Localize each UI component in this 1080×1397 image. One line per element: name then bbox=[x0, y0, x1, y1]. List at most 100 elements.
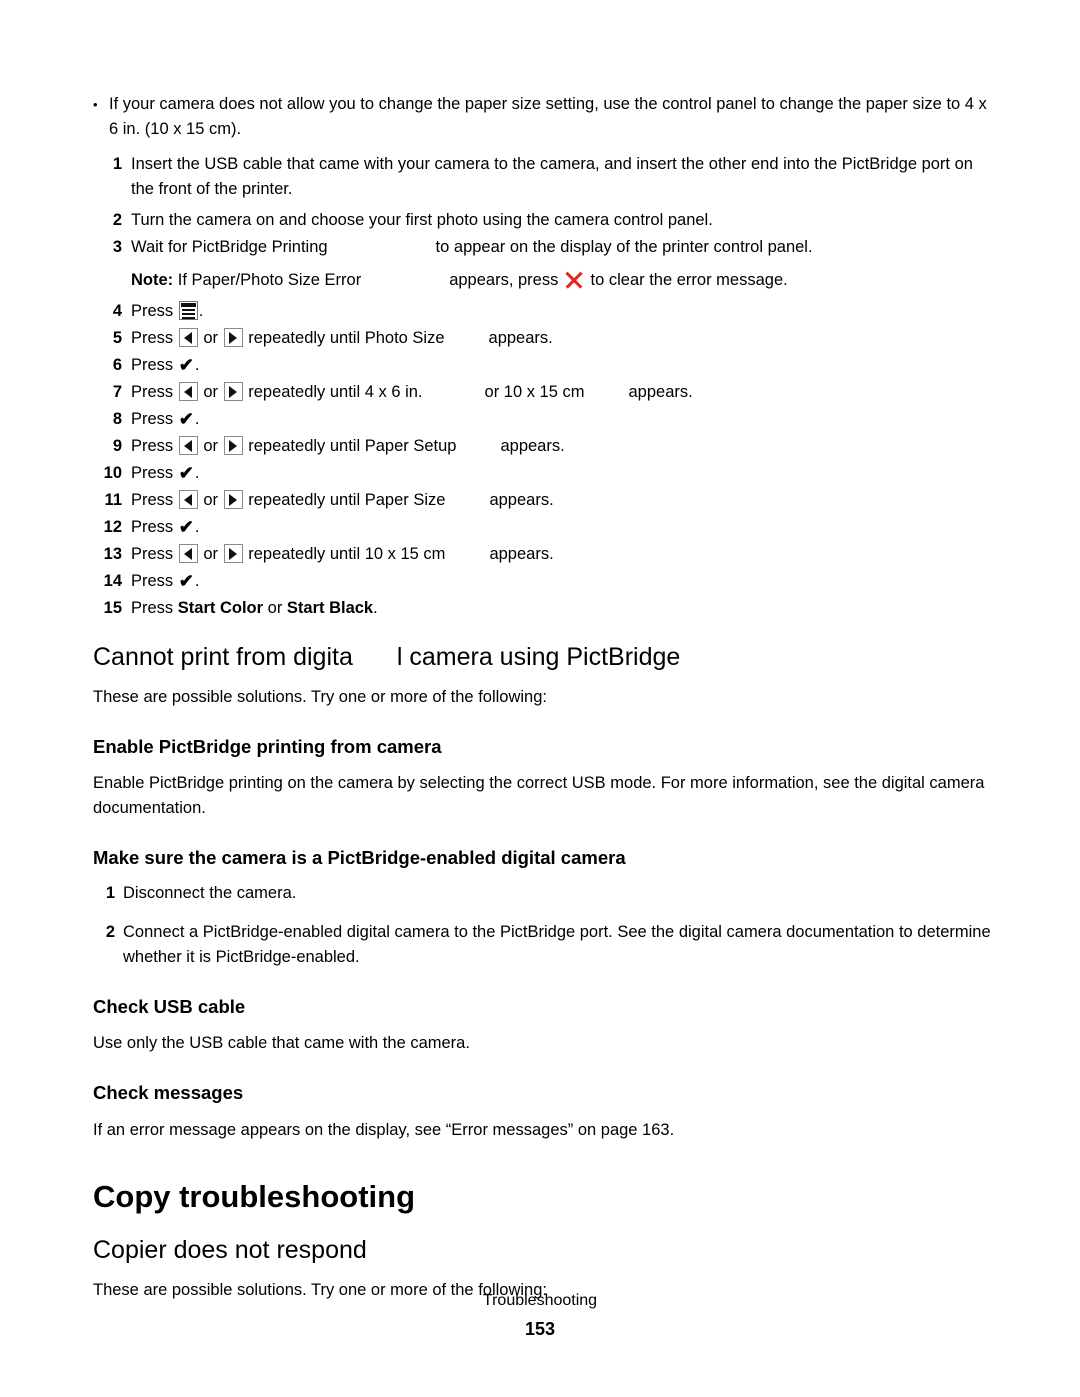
step-14: 14 Press ✔. bbox=[93, 569, 993, 594]
step-number: 3 bbox=[112, 238, 122, 256]
step-text: Connect a PictBridge-enabled digital cam… bbox=[123, 923, 991, 967]
conjunction: or bbox=[203, 383, 219, 401]
subheading-check-messages: Check messages bbox=[93, 1082, 244, 1104]
step-middle-2: or 10 x 15 cm bbox=[484, 383, 585, 401]
step-5: 5 Press or repeatedly until Photo Size ap… bbox=[93, 326, 993, 351]
step-tail: appears. bbox=[489, 491, 554, 509]
step-tail: appears. bbox=[489, 545, 554, 563]
press-label: Press bbox=[131, 329, 174, 347]
step-3-prefix: Wait for PictBridge Printing bbox=[131, 238, 328, 256]
step-text: Press ✔. bbox=[131, 353, 993, 378]
left-arrow-icon bbox=[178, 490, 198, 509]
step-1: 1 Insert the USB cable that came with yo… bbox=[93, 152, 993, 202]
menu-icon bbox=[178, 301, 198, 320]
step-text: Press ✔. bbox=[131, 407, 993, 432]
step-3: 3 Wait for PictBridge Printing to appear … bbox=[93, 235, 993, 260]
press-label: Press bbox=[131, 302, 174, 320]
note-middle: appears, press bbox=[449, 271, 559, 289]
left-arrow-icon bbox=[178, 328, 198, 347]
left-arrow-icon bbox=[178, 436, 198, 455]
step-13: 13 Press or repeatedly until 10 x 15 cm a… bbox=[93, 542, 993, 567]
step-tail: appears. bbox=[488, 329, 553, 347]
step-text: Disconnect the camera. bbox=[123, 884, 297, 903]
pictbridge-camera-steps: 1 Disconnect the camera. 2 Connect a Pic… bbox=[93, 881, 993, 970]
step-text: Wait for PictBridge Printing to appear on… bbox=[131, 235, 993, 260]
step-7: 7 Press or repeatedly until 4 x 6 in. or … bbox=[93, 380, 993, 405]
step-number: 15 bbox=[103, 599, 122, 617]
step-6: 6 Press ✔. bbox=[93, 353, 993, 378]
step-text: Press Start Color or Start Black. bbox=[131, 596, 993, 621]
step-text: Press or repeatedly until 4 x 6 in. or 10… bbox=[131, 380, 993, 405]
subheading-enable-pictbridge: Enable PictBridge printing from camera bbox=[93, 735, 442, 757]
note-suffix: to clear the error message. bbox=[590, 271, 788, 289]
start-black-button-label: Start Black bbox=[286, 599, 374, 617]
press-label: Press bbox=[131, 572, 174, 590]
press-label: Press bbox=[131, 410, 174, 428]
step-middle: repeatedly until Paper Setup bbox=[248, 437, 457, 455]
step-text: Turn the camera on and choose your first… bbox=[131, 211, 713, 229]
step-text: Press or repeatedly until Photo Size appe… bbox=[131, 326, 993, 351]
page-content: • If your camera does not allow you to c… bbox=[93, 92, 993, 1303]
subheading-copier-does-not-respond: Copier does not respond bbox=[93, 1236, 367, 1265]
substep-1: 1 Disconnect the camera. bbox=[93, 881, 993, 906]
step-middle: repeatedly until Paper Size bbox=[248, 491, 446, 509]
step-tail: . bbox=[194, 464, 200, 482]
press-label: Press bbox=[131, 599, 174, 617]
subheading-check-usb-cable: Check USB cable bbox=[93, 996, 246, 1018]
step-10: 10 Press ✔. bbox=[93, 461, 993, 486]
page-footer: Troubleshooting 153 bbox=[0, 1290, 1080, 1342]
step-3-suffix: to appear on the display of the printer … bbox=[435, 238, 813, 256]
footer-page-number: 153 bbox=[524, 1319, 556, 1339]
right-arrow-icon bbox=[223, 544, 243, 563]
note-text: Note: If Paper/Photo Size Error appears, … bbox=[131, 268, 993, 293]
left-arrow-icon bbox=[178, 544, 198, 563]
step-4: 4 Press . bbox=[93, 299, 993, 324]
step-number: 1 bbox=[105, 884, 115, 903]
right-arrow-icon bbox=[223, 382, 243, 401]
section-heading-pictbridge: Cannot print from digita l camera using P… bbox=[93, 643, 993, 672]
press-label: Press bbox=[131, 491, 174, 509]
step-number: 8 bbox=[112, 410, 122, 428]
step-middle: repeatedly until 4 x 6 in. bbox=[248, 383, 423, 401]
right-arrow-icon bbox=[223, 436, 243, 455]
step-number: 9 bbox=[112, 437, 122, 455]
step-tail: . bbox=[194, 572, 200, 590]
enable-pictbridge-body: Enable PictBridge printing on the camera… bbox=[93, 773, 985, 817]
step-number: 2 bbox=[112, 211, 122, 229]
conjunction: or bbox=[203, 437, 219, 455]
step-number: 13 bbox=[103, 545, 122, 563]
note-line: Note: If Paper/Photo Size Error appears, … bbox=[93, 268, 993, 293]
substep-2: 2 Connect a PictBridge-enabled digital c… bbox=[93, 920, 993, 970]
step-tail: . bbox=[194, 410, 200, 428]
right-arrow-icon bbox=[223, 490, 243, 509]
step-12: 12 Press ✔. bbox=[93, 515, 993, 540]
section-heading-copy-troubleshooting: Copy troubleshooting bbox=[93, 1178, 416, 1214]
note-prefix: If Paper/Photo Size Error bbox=[177, 271, 362, 289]
step-11: 11 Press or repeatedly until Paper Size a… bbox=[93, 488, 993, 513]
step-text: Press or repeatedly until Paper Setup app… bbox=[131, 434, 993, 459]
pictbridge-intro-text: These are possible solutions. Try one or… bbox=[93, 687, 547, 706]
step-number: 7 bbox=[112, 383, 122, 401]
step-text: Press ✔. bbox=[131, 569, 993, 594]
press-label: Press bbox=[131, 383, 174, 401]
step-middle: repeatedly until Photo Size bbox=[248, 329, 445, 347]
press-label: Press bbox=[131, 545, 174, 563]
footer-chapter-label: Troubleshooting bbox=[482, 1292, 598, 1309]
step-9: 9 Press or repeatedly until Paper Setup a… bbox=[93, 434, 993, 459]
step-middle: repeatedly until 10 x 15 cm bbox=[248, 545, 446, 563]
step-text: Press or repeatedly until 10 x 15 cm appe… bbox=[131, 542, 993, 567]
step-number: 6 bbox=[112, 356, 122, 374]
heading-part-1: Cannot print from digita bbox=[93, 643, 353, 671]
checkmark-icon: ✔ bbox=[178, 517, 194, 537]
start-color-button-label: Start Color bbox=[177, 599, 264, 617]
step-8: 8 Press ✔. bbox=[93, 407, 993, 432]
conjunction: or bbox=[203, 491, 219, 509]
intro-bullet: • If your camera does not allow you to c… bbox=[93, 92, 993, 142]
step-number: 12 bbox=[103, 518, 122, 536]
press-label: Press bbox=[131, 518, 174, 536]
step-number: 14 bbox=[103, 572, 122, 590]
step-text: Insert the USB cable that came with your… bbox=[131, 155, 973, 198]
step-tail: . bbox=[194, 518, 200, 536]
left-arrow-icon bbox=[178, 382, 198, 401]
step-number: 5 bbox=[112, 329, 122, 347]
